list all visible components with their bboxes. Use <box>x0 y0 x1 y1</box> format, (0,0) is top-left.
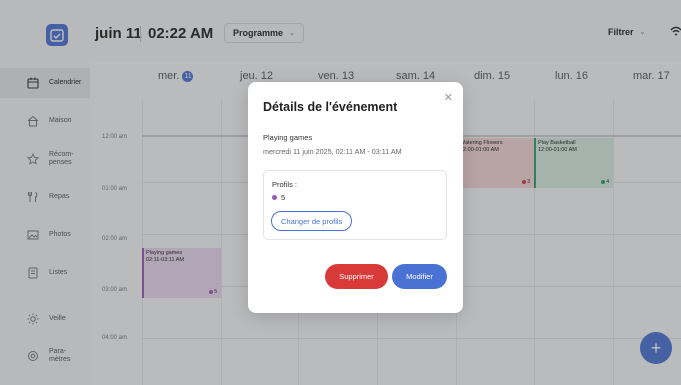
profile-value: 5 <box>272 193 285 202</box>
event-name: Playing games <box>263 133 313 142</box>
profiles-label: Profils : <box>272 180 298 189</box>
event-details-modal: ✕ Détails de l'événement Playing games m… <box>248 82 463 313</box>
modal-title: Détails de l'événement <box>263 100 398 114</box>
event-date: mercredi 11 juin 2025, 02:11 AM - 03:11 … <box>263 147 402 156</box>
change-profiles-button[interactable]: Changer de profils <box>271 211 353 231</box>
edit-button[interactable]: Modifier <box>392 264 447 289</box>
close-icon[interactable]: ✕ <box>444 91 453 104</box>
delete-button[interactable]: Supprimer <box>325 264 388 289</box>
profiles-box: Profils : 5 Changer de profils <box>263 170 447 240</box>
profile-color-dot <box>272 195 277 200</box>
